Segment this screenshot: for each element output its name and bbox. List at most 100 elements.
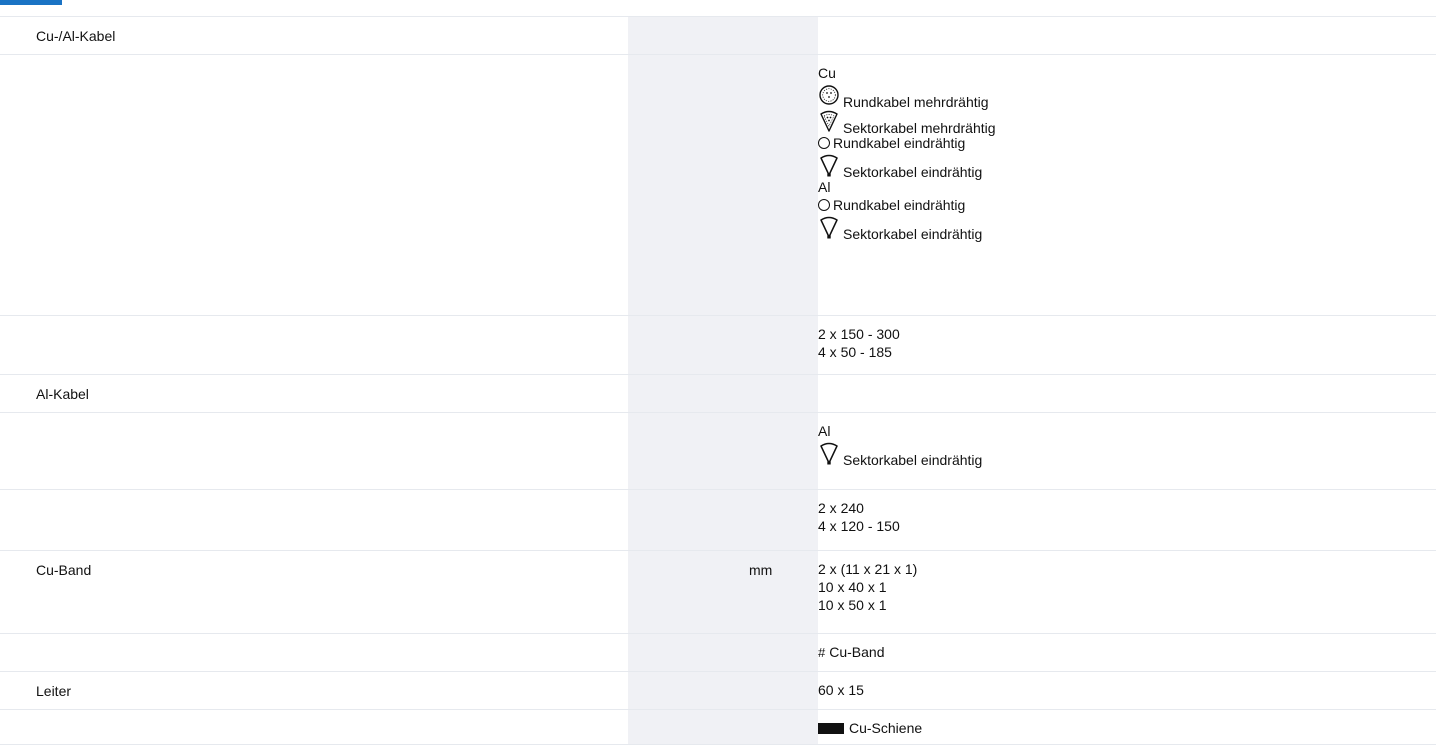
- value-line: 4 x 50 - 185: [818, 343, 1436, 361]
- shaded-column-cell: [628, 412, 743, 490]
- value-text: Rundkabel eindrähtig: [833, 135, 966, 151]
- value-cell: # Cu-Band: [818, 633, 1436, 672]
- value-cell: 2 x (11 x 21 x 1) 10 x 40 x 1 10 x 50 x 1: [818, 550, 1436, 634]
- value-cell: Al Sektorkabel eindrähtig: [818, 412, 1436, 490]
- hash-icon: #: [818, 645, 826, 660]
- value-line: Sektorkabel eindrähtig: [818, 214, 1436, 242]
- unit-cell: [743, 633, 818, 672]
- unit-cell: [743, 671, 818, 710]
- value-text: Cu-Band: [829, 644, 885, 660]
- value-text: Sektorkabel eindrähtig: [843, 452, 983, 468]
- value-text: 60 x 15: [818, 682, 864, 698]
- value-text: Rundkabel mehrdrähtig: [843, 94, 989, 110]
- value-text: 10 x 50 x 1: [818, 597, 887, 613]
- value-text: Cu: [818, 65, 836, 81]
- row-label: [0, 54, 628, 316]
- header-accent: [0, 0, 1436, 16]
- value-line: # Cu-Band: [818, 643, 1436, 662]
- value-text: Al: [818, 423, 831, 439]
- table-row: Al-Kabel: [0, 374, 1436, 413]
- value-line: Rundkabel eindrähtig: [818, 196, 1436, 214]
- round-solid-cable-icon: [818, 137, 830, 149]
- value-text: Sektorkabel eindrähtig: [843, 226, 983, 242]
- value-text: Al: [818, 179, 831, 195]
- table-row: Leiter 60 x 15: [0, 671, 1436, 710]
- table-row: Cu Rundkabel mehrdrähtig Sektorkabel mehrd…: [0, 54, 1436, 316]
- value-cell: Cu Rundkabel mehrdrähtig Sektorkabel mehrd…: [818, 54, 1436, 316]
- sector-solid-cable-icon: [818, 442, 840, 466]
- unit-cell: [743, 709, 818, 745]
- value-cell: 2 x 150 - 300 4 x 50 - 185: [818, 315, 1436, 375]
- spec-table: Cu-/Al-Kabel Cu Rundkabel mehrdrähtig Sekto…: [0, 16, 1436, 745]
- value-line: 10 x 50 x 1: [818, 596, 1436, 614]
- table-row: Cu-Band mm 2 x (11 x 21 x 1) 10 x 40 x 1 10 …: [0, 550, 1436, 634]
- shaded-column-cell: [628, 374, 743, 413]
- table-row: 2 x 150 - 300 4 x 50 - 185: [0, 315, 1436, 375]
- unit-cell: [743, 489, 818, 551]
- value-line: Cu: [818, 64, 1436, 82]
- unit-cell: [743, 315, 818, 375]
- value-text: Sektorkabel eindrähtig: [843, 164, 983, 180]
- shaded-column-cell: [628, 16, 743, 55]
- row-label: Cu-Band: [0, 550, 628, 634]
- table-row: Cu-Schiene: [0, 709, 1436, 745]
- value-line: 10 x 40 x 1: [818, 578, 1436, 596]
- shaded-column-cell: [628, 489, 743, 551]
- value-line: 4 x 120 - 150: [818, 517, 1436, 535]
- round-solid-cable-icon: [818, 199, 830, 211]
- value-text: 2 x 150 - 300: [818, 326, 900, 342]
- shaded-column-cell: [628, 54, 743, 316]
- value-text: 10 x 40 x 1: [818, 579, 887, 595]
- shaded-column-cell: [628, 315, 743, 375]
- shaded-column-cell: [628, 550, 743, 634]
- row-label: [0, 633, 628, 672]
- value-cell: 2 x 240 4 x 120 - 150: [818, 489, 1436, 551]
- shaded-column-cell: [628, 709, 743, 745]
- value-line: Sektorkabel eindrähtig: [818, 152, 1436, 180]
- value-cell: 60 x 15: [818, 671, 1436, 710]
- round-stranded-cable-icon: [818, 84, 840, 108]
- value-line: 2 x (11 x 21 x 1): [818, 560, 1436, 578]
- value-line: Al: [818, 422, 1436, 440]
- value-text: Rundkabel eindrähtig: [833, 197, 966, 213]
- value-line: Sektorkabel eindrähtig: [818, 440, 1436, 468]
- table-row: Al Sektorkabel eindrähtig: [0, 412, 1436, 490]
- unit-cell: [743, 54, 818, 316]
- row-label: [0, 315, 628, 375]
- unit-cell: mm: [743, 550, 818, 634]
- sector-stranded-cable-icon: [818, 110, 840, 134]
- table-row: 2 x 240 4 x 120 - 150: [0, 489, 1436, 551]
- value-line: 60 x 15: [818, 681, 1436, 699]
- value-text: 4 x 50 - 185: [818, 344, 892, 360]
- heading-fragment: [0, 0, 62, 5]
- row-label: [0, 709, 628, 745]
- shaded-column-cell: [628, 671, 743, 710]
- value-line: Cu-Schiene: [818, 719, 1436, 737]
- unit-cell: [743, 374, 818, 413]
- sector-solid-cable-icon: [818, 216, 840, 240]
- row-label: Cu-/Al-Kabel: [0, 16, 628, 55]
- shaded-column-cell: [628, 633, 743, 672]
- value-line: Sektorkabel mehrdrähtig: [818, 108, 1436, 136]
- value-text: Sektorkabel mehrdrähtig: [843, 120, 996, 136]
- row-label: Leiter: [0, 671, 628, 710]
- table-row: Cu-/Al-Kabel: [0, 16, 1436, 55]
- value-text: 4 x 120 - 150: [818, 518, 900, 534]
- value-text: 2 x (11 x 21 x 1): [818, 561, 918, 577]
- value-cell: Cu-Schiene: [818, 709, 1436, 745]
- value-cell: [818, 374, 1436, 413]
- table-row: # Cu-Band: [0, 633, 1436, 672]
- unit-cell: [743, 412, 818, 490]
- value-line: 2 x 150 - 300: [818, 325, 1436, 343]
- value-cell: [818, 16, 1436, 55]
- value-line: Rundkabel mehrdrähtig: [818, 82, 1436, 110]
- row-label: [0, 489, 628, 551]
- unit-cell: [743, 16, 818, 55]
- row-label: Al-Kabel: [0, 374, 628, 413]
- value-text: Cu-Schiene: [849, 720, 923, 736]
- busbar-icon: [818, 723, 844, 734]
- value-line: 2 x 240: [818, 499, 1436, 517]
- value-text: 2 x 240: [818, 500, 864, 516]
- sector-solid-cable-icon: [818, 154, 840, 178]
- row-label: [0, 412, 628, 490]
